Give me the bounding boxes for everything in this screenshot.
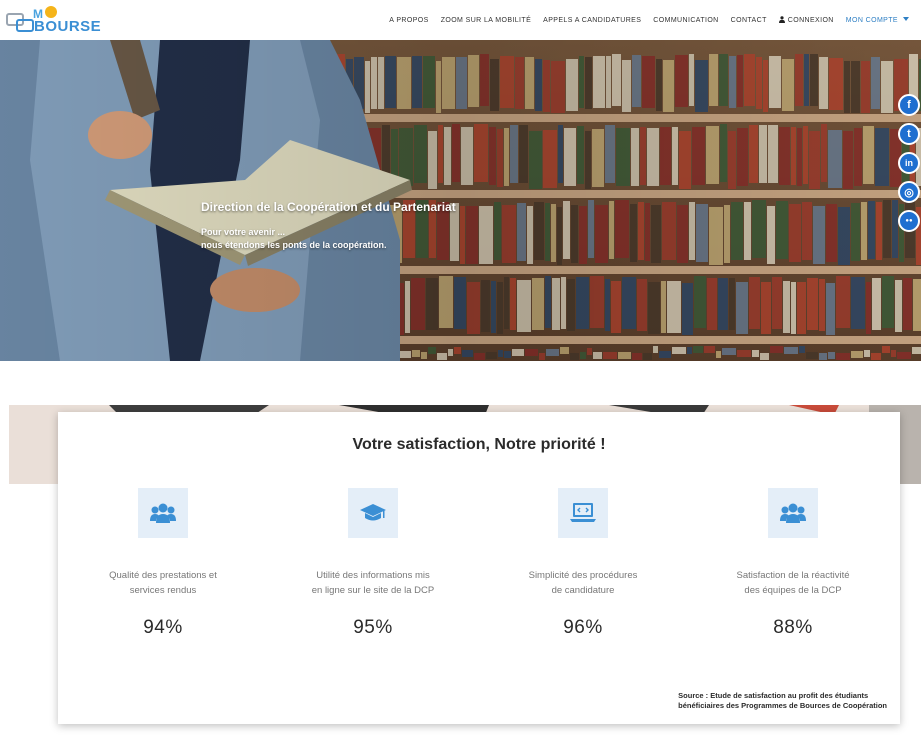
hero-title: Direction de la Coopération et du Parten… — [201, 200, 456, 214]
stat-label-line2: services rendus — [129, 585, 197, 596]
stat-label-line2: en ligne sur le site de la DCP — [311, 585, 435, 596]
nav-link-zoom-mobilite[interactable]: ZOOM SUR LA MOBILITÉ — [441, 17, 531, 24]
instagram-icon[interactable]: ◎ — [898, 181, 920, 203]
stat-label: Qualité des prestations et services rend… — [58, 568, 268, 598]
stat-item: Satisfaction de la réactivité des équipe… — [688, 488, 898, 639]
social-links: f t in ◎ ●● — [898, 94, 920, 232]
nav-link-appels-candidatures[interactable]: APPELS A CANDIDATURES — [543, 17, 641, 24]
top-navigation: M BOURSE A PROPOS ZOOM SUR LA MOBILITÉ A… — [0, 0, 921, 40]
stat-icon-box — [768, 488, 818, 538]
laptop-code-icon — [570, 503, 596, 522]
account-dropdown[interactable]: MON COMPTE — [845, 16, 909, 24]
logo-wordmark: BOURSE — [34, 18, 102, 35]
stat-icon-box — [138, 488, 188, 538]
satisfaction-heading: Votre satisfaction, Notre priorité ! — [352, 436, 606, 453]
nav-link-contact[interactable]: CONTACT — [731, 17, 767, 24]
stat-label: Utilité des informations mis en ligne su… — [268, 568, 478, 598]
logo-at-icon — [45, 6, 57, 18]
stat-value: 95% — [353, 617, 393, 638]
stat-value: 96% — [563, 617, 603, 638]
satisfaction-card: Votre satisfaction, Notre priorité ! Qua… — [58, 412, 900, 724]
users-icon — [780, 503, 806, 523]
source-line1: Source : Etude de satisfaction au profit… — [678, 691, 869, 700]
logo[interactable]: M BOURSE — [6, 5, 116, 35]
stat-icon-box — [348, 488, 398, 538]
stat-label-line1: Qualité des prestations et — [109, 570, 217, 581]
hero-subtitle-line1: Pour votre avenir ... — [201, 227, 286, 237]
hero-background-image — [0, 40, 921, 361]
twitter-icon[interactable]: t — [898, 123, 920, 145]
caret-down-icon — [903, 16, 909, 21]
stat-label-line2: des équipes de la DCP — [744, 585, 842, 596]
nav-link-a-propos[interactable]: A PROPOS — [389, 17, 428, 24]
stat-label: Simplicité des procédures de candidature — [478, 568, 688, 598]
source-note: Source : Etude de satisfaction au profit… — [678, 691, 887, 711]
source-line2: bénéficiaires des Programmes de Bources … — [678, 701, 887, 710]
users-icon — [150, 503, 176, 523]
hero-subtitle-line2: nous étendons les ponts de la coopératio… — [201, 240, 387, 250]
user-icon — [778, 16, 785, 23]
stat-label-line1: Simplicité des procédures — [528, 570, 638, 581]
flickr-icon[interactable]: ●● — [898, 210, 920, 232]
hero-banner: Direction de la Coopération et du Parten… — [0, 40, 921, 361]
stat-value: 88% — [773, 617, 813, 638]
stat-item: Qualité des prestations et services rend… — [58, 488, 268, 639]
account-label: MON COMPTE — [845, 16, 898, 24]
stat-icon-box — [558, 488, 608, 538]
stat-label-line1: Satisfaction de la réactivité — [736, 570, 850, 581]
facebook-icon[interactable]: f — [898, 94, 920, 116]
login-label: CONNEXION — [787, 17, 834, 24]
nav-link-communication[interactable]: COMMUNICATION — [653, 17, 718, 24]
login-link[interactable]: CONNEXION — [778, 16, 834, 24]
main-menu: A PROPOS ZOOM SUR LA MOBILITÉ APPELS A C… — [389, 0, 909, 40]
logo-mark-icon — [6, 13, 34, 32]
graduation-cap-icon — [360, 504, 386, 521]
stat-item: Utilité des informations mis en ligne su… — [268, 488, 478, 639]
stat-label-line1: Utilité des informations mis — [316, 570, 430, 581]
stat-item: Simplicité des procédures de candidature… — [478, 488, 688, 639]
stat-label: Satisfaction de la réactivité des équipe… — [688, 568, 898, 598]
linkedin-icon[interactable]: in — [898, 152, 920, 174]
stat-label-line2: de candidature — [551, 585, 615, 596]
stat-value: 94% — [143, 617, 183, 638]
